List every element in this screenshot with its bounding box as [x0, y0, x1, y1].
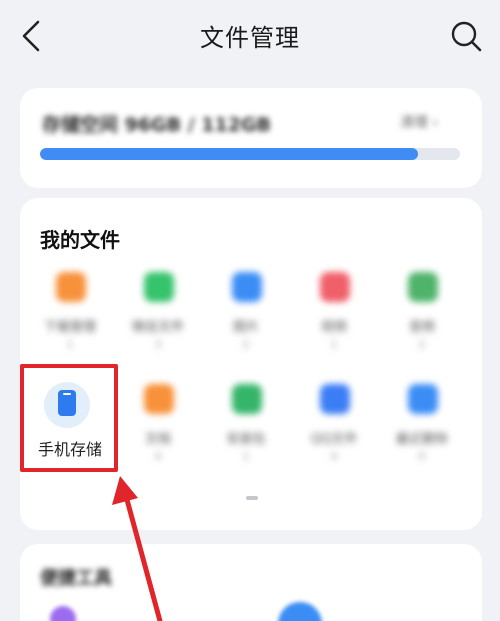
- tool-icon[interactable]: [278, 602, 322, 621]
- category-count: 2: [242, 338, 250, 351]
- category-label: 最近删除: [395, 432, 448, 447]
- category-label: 微信文件: [131, 320, 184, 335]
- category-label: 图片: [232, 320, 259, 335]
- storage-card[interactable]: 存储空间 96GB / 112GB 清理 ›: [20, 88, 482, 188]
- file-category-item[interactable]: 下载管理 1: [28, 272, 112, 368]
- category-label: 下载管理: [43, 320, 96, 335]
- category-count: 1: [242, 450, 250, 463]
- search-button[interactable]: [448, 18, 484, 54]
- top-bar: 文件管理: [0, 0, 500, 72]
- file-category-item[interactable]: 最近删除 0: [380, 384, 464, 480]
- category-icon: [232, 272, 262, 302]
- file-category-item[interactable]: 音频 2: [380, 272, 464, 368]
- category-count: 0: [418, 450, 426, 463]
- file-category-item[interactable]: 安装包 1: [204, 384, 288, 480]
- category-icon: [56, 272, 86, 302]
- file-category-item[interactable]: QQ文件 4: [292, 384, 376, 480]
- category-icon: [408, 384, 438, 414]
- storage-usage-fill: [40, 148, 418, 160]
- tool-icon[interactable]: [50, 606, 76, 621]
- category-count: 4: [154, 450, 162, 463]
- category-icon: [320, 272, 350, 302]
- page-title: 文件管理: [200, 24, 300, 52]
- tools-card: 便捷工具: [20, 544, 482, 621]
- file-category-item[interactable]: 视频 1: [292, 272, 376, 368]
- search-icon: [451, 21, 482, 52]
- category-icon: [408, 272, 438, 302]
- storage-usage-bar: [40, 148, 460, 160]
- category-icon: [320, 384, 350, 414]
- category-count: 1: [66, 338, 74, 351]
- file-category-item[interactable]: 图片 2: [204, 272, 288, 368]
- storage-summary: 存储空间 96GB / 112GB: [42, 114, 272, 136]
- phone-storage-label: 手机存储: [37, 440, 102, 459]
- category-icon: [144, 272, 174, 302]
- category-label: 音频: [408, 320, 435, 335]
- section-title-tools: 便捷工具: [40, 568, 112, 589]
- storage-cleanup-link[interactable]: 清理 ›: [400, 112, 438, 132]
- category-count: 4: [330, 450, 338, 463]
- phone-icon: [58, 390, 76, 416]
- category-icon: [144, 384, 174, 414]
- category-count: 1: [330, 338, 338, 351]
- section-title-my-files: 我的文件: [40, 228, 120, 252]
- category-label: 视频: [320, 320, 347, 335]
- my-files-card: 我的文件 下载管理 1 微信文件 3 图片 2 视频 1 音频 2 文档 4 安装包 1 QQ文件 4 最近删除…: [20, 198, 482, 530]
- category-label: 安装包: [226, 432, 266, 447]
- phone-storage-item[interactable]: 手机存储: [26, 376, 114, 472]
- category-label: QQ文件: [310, 432, 358, 447]
- file-category-item[interactable]: 文档 4: [116, 384, 200, 480]
- file-category-item[interactable]: 微信文件 3: [116, 272, 200, 368]
- category-label: 文档: [144, 432, 171, 447]
- category-count: 2: [418, 338, 426, 351]
- page-indicator: [246, 496, 258, 500]
- category-icon: [232, 384, 262, 414]
- category-count: 3: [154, 338, 162, 351]
